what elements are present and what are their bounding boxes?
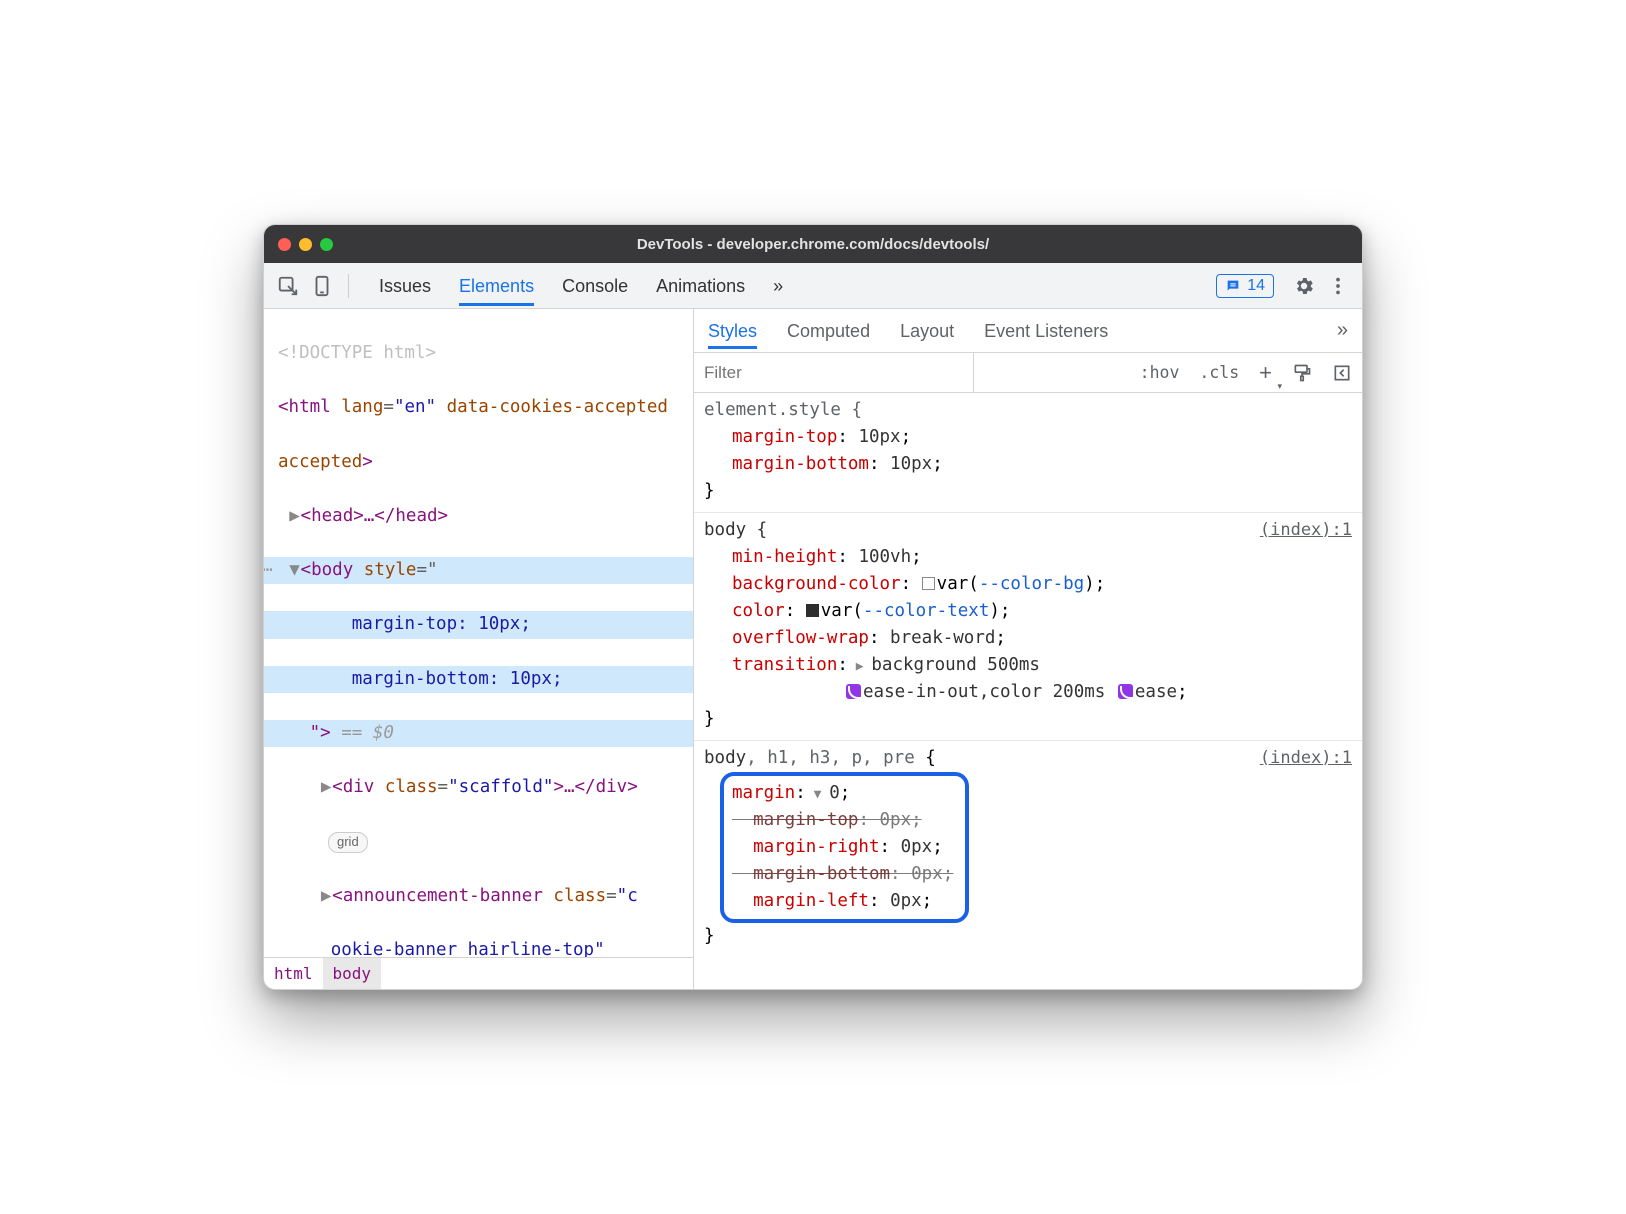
dom-code[interactable]: <!DOCTYPE html> <html lang="en" data-coo… bbox=[264, 309, 693, 957]
tab-issues[interactable]: Issues bbox=[379, 266, 431, 306]
subtab-computed[interactable]: Computed bbox=[787, 313, 870, 349]
expand-icon[interactable]: ▶ bbox=[289, 503, 301, 530]
device-toggle-icon[interactable] bbox=[308, 272, 336, 300]
more-menu-icon[interactable] bbox=[1324, 272, 1352, 300]
toolbar-divider bbox=[348, 274, 349, 298]
elements-dom-tree: <!DOCTYPE html> <html lang="en" data-coo… bbox=[264, 309, 694, 989]
rule-body[interactable]: (index):1 body { min-height: 100vh; back… bbox=[694, 513, 1362, 741]
styles-pane: Styles Computed Layout Event Listeners »… bbox=[694, 309, 1362, 989]
titlebar: DevTools - developer.chrome.com/docs/dev… bbox=[264, 225, 1362, 263]
expand-shorthand-icon[interactable]: ▶ bbox=[848, 659, 871, 674]
source-link[interactable]: (index):1 bbox=[1260, 745, 1352, 771]
devtools-window: DevTools - developer.chrome.com/docs/dev… bbox=[263, 224, 1363, 990]
bezier-icon[interactable] bbox=[846, 684, 861, 699]
content-area: <!DOCTYPE html> <html lang="en" data-coo… bbox=[264, 309, 1362, 989]
color-swatch-icon[interactable] bbox=[806, 604, 819, 617]
source-link[interactable]: (index):1 bbox=[1260, 517, 1352, 543]
paint-icon[interactable] bbox=[1282, 353, 1322, 392]
inspect-element-icon[interactable] bbox=[274, 272, 302, 300]
minimize-window-button[interactable] bbox=[299, 238, 312, 251]
maximize-window-button[interactable] bbox=[320, 238, 333, 251]
console-messages-badge[interactable]: 14 bbox=[1216, 274, 1274, 298]
tab-elements[interactable]: Elements bbox=[459, 266, 534, 306]
head-node[interactable]: <head>…</head> bbox=[301, 506, 449, 526]
collapse-icon[interactable]: ▼ bbox=[289, 557, 301, 584]
subtab-event-listeners[interactable]: Event Listeners bbox=[984, 313, 1108, 349]
grid-badge[interactable]: grid bbox=[328, 832, 368, 852]
highlighted-margin-shorthand: margin: ▼ 0; margin-top: 0px; margin-rig… bbox=[720, 772, 969, 924]
sidebar-tabs: Styles Computed Layout Event Listeners » bbox=[694, 309, 1362, 353]
collapse-shorthand-icon[interactable]: ▼ bbox=[806, 787, 829, 802]
close-window-button[interactable] bbox=[278, 238, 291, 251]
breadcrumbs: html body bbox=[264, 957, 693, 989]
messages-count: 14 bbox=[1247, 277, 1265, 295]
subtab-styles[interactable]: Styles bbox=[708, 313, 757, 349]
styles-filter-input[interactable] bbox=[694, 353, 974, 392]
rule-body-h1-h3-p-pre[interactable]: (index):1 body, h1, h3, p, pre { margin:… bbox=[694, 741, 1362, 957]
more-tabs-button[interactable]: » bbox=[773, 266, 783, 306]
selected-node-body[interactable]: ⋯ ▼<body style=" bbox=[264, 557, 693, 584]
styles-rules: element.style { margin-top: 10px; margin… bbox=[694, 393, 1362, 989]
tab-console[interactable]: Console bbox=[562, 266, 628, 306]
settings-gear-icon[interactable] bbox=[1290, 272, 1318, 300]
expand-icon[interactable]: ▶ bbox=[320, 774, 332, 801]
styles-filter-bar: :hov .cls +▾ bbox=[694, 353, 1362, 393]
main-toolbar: Issues Elements Console Animations » 14 bbox=[264, 263, 1362, 309]
subtab-layout[interactable]: Layout bbox=[900, 313, 954, 349]
new-rule-button[interactable]: +▾ bbox=[1249, 353, 1282, 392]
cls-toggle[interactable]: .cls bbox=[1189, 353, 1249, 392]
color-swatch-icon[interactable] bbox=[922, 577, 935, 590]
tab-animations[interactable]: Animations bbox=[656, 266, 745, 306]
window-title: DevTools - developer.chrome.com/docs/dev… bbox=[278, 236, 1348, 253]
more-subtabs-button[interactable]: » bbox=[1337, 319, 1348, 342]
panel-tabs: Issues Elements Console Animations » bbox=[379, 266, 783, 306]
rule-element-style[interactable]: element.style { margin-top: 10px; margin… bbox=[694, 393, 1362, 513]
computed-reveal-icon[interactable] bbox=[1322, 353, 1362, 392]
window-controls bbox=[278, 238, 333, 251]
crumb-html[interactable]: html bbox=[264, 958, 323, 989]
bezier-icon[interactable] bbox=[1118, 684, 1133, 699]
hov-toggle[interactable]: :hov bbox=[1130, 353, 1190, 392]
crumb-body[interactable]: body bbox=[323, 958, 382, 989]
doctype: <!DOCTYPE html> bbox=[278, 343, 436, 363]
expand-icon[interactable]: ▶ bbox=[320, 883, 332, 910]
